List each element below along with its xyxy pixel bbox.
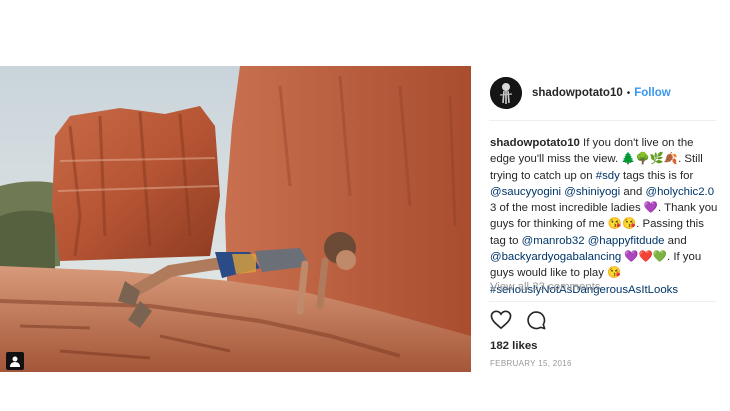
like-button[interactable]	[490, 310, 512, 330]
separator-dot: •	[626, 87, 631, 99]
follow-button[interactable]: Follow	[634, 87, 670, 99]
header-divider	[489, 120, 716, 121]
caption-text: and	[664, 234, 687, 247]
avatar[interactable]	[490, 77, 522, 109]
caption-emoji: 😘	[607, 267, 622, 280]
caption-emoji: 💜	[643, 202, 659, 215]
mention-link[interactable]: @saucyyogini	[490, 186, 561, 198]
post-sidebar: shadowpotato10 • Follow shadowpotato10 I…	[471, 66, 730, 372]
mention-link[interactable]: @shiniyogi	[564, 186, 620, 198]
instagram-post: shadowpotato10 • Follow shadowpotato10 I…	[0, 66, 730, 372]
caption-username[interactable]: shadowpotato10	[490, 137, 580, 149]
comment-icon	[527, 311, 546, 330]
comments-divider	[489, 301, 716, 302]
username-link[interactable]: shadowpotato10	[532, 87, 623, 99]
post-date[interactable]: FEBRUARY 15, 2016	[490, 359, 572, 368]
caption-text: 3 of the most incredible ladies	[490, 202, 644, 215]
post-photo[interactable]	[0, 66, 471, 372]
post-header: shadowpotato10 • Follow	[490, 76, 671, 110]
caption-emoji: 🌲🌳🌿🍂	[621, 153, 679, 166]
mention-link[interactable]: @backyardyogabalancing	[490, 251, 621, 263]
likes-count[interactable]: 182 likes	[490, 340, 538, 352]
user-tag-icon	[10, 356, 20, 367]
hashtag-link[interactable]: #sdy	[596, 170, 620, 182]
view-all-comments-link[interactable]: View all 33 comments	[490, 281, 601, 293]
caption-text: and	[620, 185, 646, 198]
tagged-users-button[interactable]	[6, 352, 24, 370]
caption-emoji: 💜❤️💚	[624, 251, 667, 264]
post-caption: shadowpotato10 If you don't live on the …	[490, 135, 718, 298]
caption-text: tags this is for	[619, 169, 694, 182]
mention-link[interactable]: @holychic2.0	[646, 186, 715, 198]
avatar-image	[490, 77, 522, 109]
mention-link[interactable]: @manrob32	[522, 235, 585, 247]
caption-emoji: 😘😘	[607, 218, 637, 231]
heart-icon	[490, 310, 512, 330]
action-icons	[490, 310, 546, 330]
canyon-photo-image	[0, 66, 471, 372]
mention-link[interactable]: @happyfitdude	[588, 235, 665, 247]
comment-button[interactable]	[526, 310, 546, 330]
